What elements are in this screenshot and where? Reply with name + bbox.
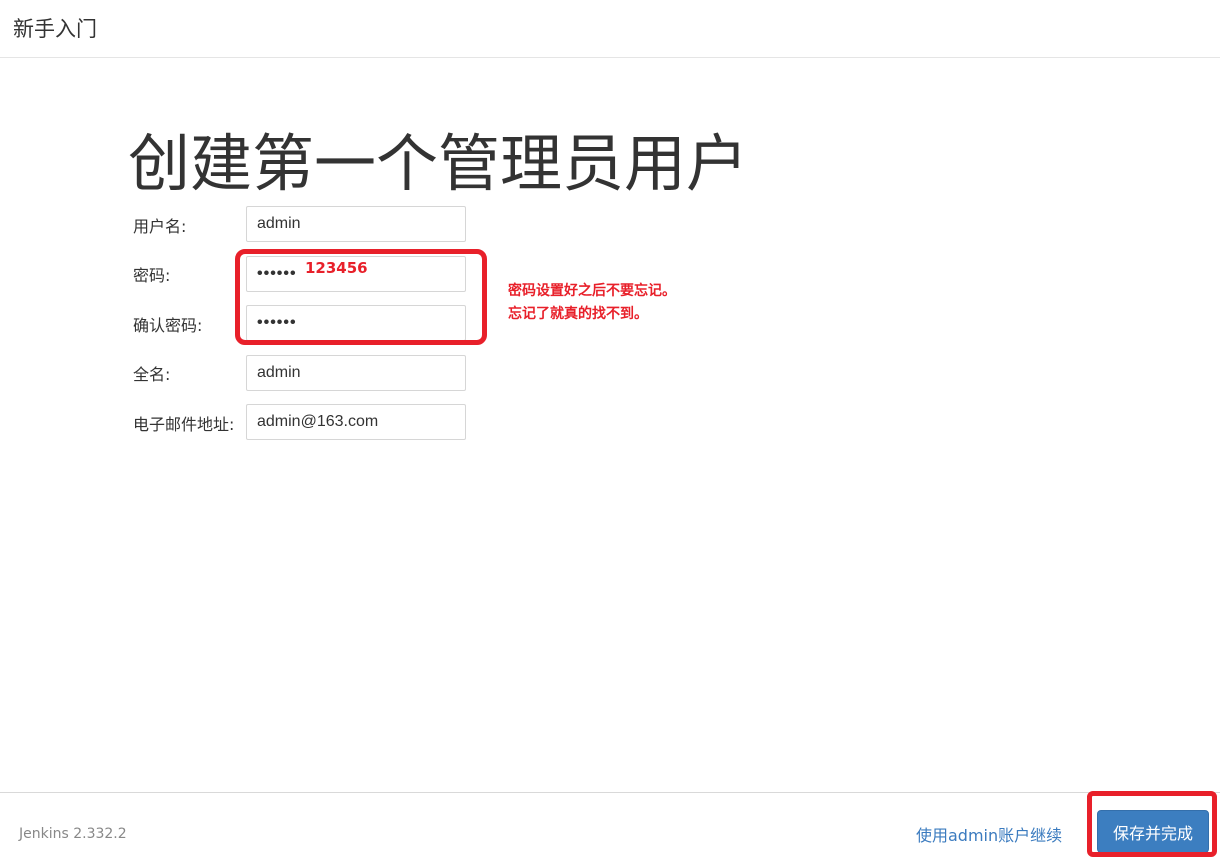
fullname-label: 全名: — [133, 365, 171, 384]
email-input[interactable]: admin@163.com — [246, 404, 466, 440]
password-label: 密码: — [133, 266, 171, 285]
header-title: 新手入门 — [13, 17, 97, 41]
fullname-input[interactable]: admin — [246, 355, 466, 391]
username-input[interactable]: admin — [246, 206, 466, 242]
header-bar: 新手入门 — [0, 0, 1220, 58]
username-label: 用户名: — [133, 217, 187, 236]
version-label: Jenkins 2.332.2 — [19, 826, 127, 842]
password-annotation-text: 123456 — [305, 259, 368, 277]
button-annotation-box — [1087, 791, 1217, 857]
annotation-note-line2: 忘记了就真的找不到。 — [508, 306, 648, 322]
email-label: 电子邮件地址: — [133, 415, 235, 434]
confirm-password-label: 确认密码: — [133, 316, 203, 335]
continue-as-admin-link[interactable]: 使用admin账户继续 — [916, 822, 1062, 846]
page-title: 创建第一个管理员用户 — [128, 127, 749, 200]
annotation-note-line1: 密码设置好之后不要忘记。 — [508, 283, 676, 299]
